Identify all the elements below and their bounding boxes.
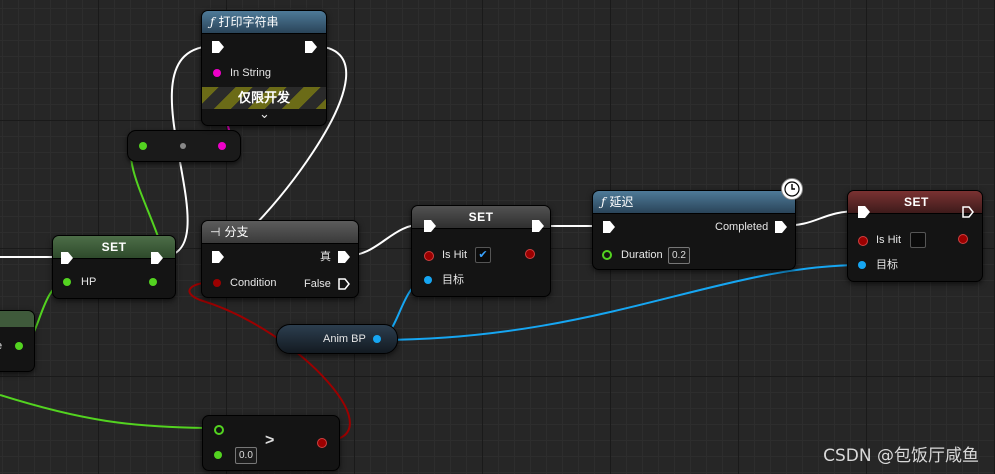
- float-pin-icon[interactable]: [15, 342, 23, 350]
- anim-bp-out-pin-icon[interactable]: [373, 335, 381, 343]
- left-partial-node[interactable]: e: [0, 310, 35, 372]
- watermark: CSDN @包饭厅咸鱼: [823, 446, 979, 466]
- print-string-node[interactable]: ƒ 打印字符串 In String 仅限开发 ⌄: [201, 10, 327, 126]
- in-string-pin-icon[interactable]: [213, 69, 221, 77]
- anim-bp-node[interactable]: Anim BP: [276, 324, 398, 354]
- float-wire-left-to-greater: [0, 394, 219, 429]
- target-label: 目标: [876, 259, 898, 271]
- set-is-hit-node-1[interactable]: SET Is Hit ✔ 目标: [411, 205, 551, 297]
- branch-icon: ⊣: [210, 225, 221, 239]
- reroute-center-dot-icon: [180, 143, 186, 149]
- expand-chevron-icon[interactable]: ⌄: [259, 107, 270, 121]
- reroute-node[interactable]: [127, 130, 241, 162]
- is-hit-label: Is Hit: [442, 249, 468, 261]
- is-hit-out-pin-icon[interactable]: [958, 234, 968, 244]
- branch-node[interactable]: ⊣ 分支 真 Condition False: [201, 220, 359, 298]
- hp-out-pin-icon[interactable]: [149, 278, 157, 286]
- duration-pin-icon[interactable]: [602, 250, 612, 260]
- condition-pin-icon[interactable]: [213, 279, 221, 287]
- completed-label: Completed: [715, 221, 769, 233]
- is-hit-checkbox[interactable]: ✔: [475, 247, 491, 263]
- function-icon: ƒ: [601, 195, 606, 209]
- reroute-float-pin-icon[interactable]: [139, 142, 147, 150]
- branch-true-label: 真: [320, 251, 331, 263]
- branch-title: 分支: [224, 225, 249, 239]
- branch-header: ⊣ 分支: [202, 221, 358, 244]
- set-is-hit-node-2[interactable]: SET Is Hit 目标: [847, 190, 983, 282]
- function-icon: ƒ: [210, 15, 215, 29]
- print-string-header: ƒ 打印字符串: [202, 11, 326, 34]
- set-is-hit-2-title: SET: [904, 195, 929, 209]
- branch-false-label: False: [304, 278, 331, 290]
- set-hp-node[interactable]: SET HP: [52, 235, 176, 299]
- left-partial-header: [0, 311, 34, 327]
- duration-label: Duration: [621, 249, 663, 261]
- reroute-string-pin-icon[interactable]: [218, 142, 226, 150]
- delay-title: 延迟: [609, 195, 634, 209]
- duration-input[interactable]: 0.2: [668, 247, 690, 264]
- dev-only-label: 仅限开发: [237, 90, 290, 105]
- target-label: 目标: [442, 274, 464, 286]
- delay-header: ƒ 延迟: [593, 191, 795, 214]
- condition-label: Condition: [230, 277, 277, 289]
- b-value-input[interactable]: 0.0: [235, 447, 257, 464]
- is-hit-in-pin-icon[interactable]: [858, 236, 868, 246]
- delay-node[interactable]: ƒ 延迟 Completed Duration 0.2: [592, 190, 796, 270]
- anim-bp-label: Anim BP: [323, 333, 366, 345]
- set-is-hit-1-title: SET: [468, 210, 494, 224]
- hp-label: HP: [81, 276, 97, 288]
- target-pin-icon[interactable]: [424, 276, 432, 284]
- is-hit-out-pin-icon[interactable]: [525, 249, 535, 259]
- b-in-pin-icon[interactable]: [214, 451, 222, 459]
- in-string-label: In String: [230, 67, 271, 79]
- print-string-title: 打印字符串: [218, 15, 279, 29]
- latent-clock-icon: [781, 178, 803, 200]
- greater-than-node[interactable]: 0.0 >: [202, 415, 340, 471]
- is-hit-in-pin-icon[interactable]: [424, 251, 434, 261]
- is-hit-label: Is Hit: [876, 234, 902, 246]
- target-pin-icon[interactable]: [858, 261, 866, 269]
- result-out-pin-icon[interactable]: [317, 438, 327, 448]
- is-hit-checkbox[interactable]: [910, 232, 926, 248]
- set-hp-title: SET: [101, 240, 127, 254]
- greater-operator: >: [265, 432, 275, 449]
- a-in-pin-icon[interactable]: [214, 425, 224, 435]
- left-partial-label: e: [0, 339, 2, 353]
- hp-in-pin-icon[interactable]: [63, 278, 71, 286]
